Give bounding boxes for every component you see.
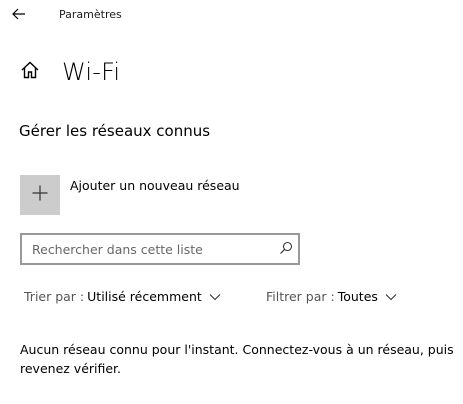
search-input[interactable] [22, 235, 274, 263]
window-title: Paramètres [59, 8, 122, 21]
filter-dropdown[interactable]: Filtrer par : Toutes [266, 289, 397, 304]
chevron-down-icon [209, 293, 221, 301]
section-title: Gérer les réseaux connus [19, 122, 211, 140]
search-button[interactable] [274, 235, 298, 263]
sort-label: Trier par : [24, 289, 85, 304]
arrow-left-icon [12, 5, 26, 24]
back-button[interactable] [6, 3, 32, 25]
search-icon [279, 240, 293, 259]
filter-value: Toutes [337, 289, 378, 304]
filter-label: Filtrer par : [266, 289, 335, 304]
add-network-label: Ajouter un nouveau réseau [70, 178, 240, 193]
add-network-tile[interactable] [20, 175, 60, 215]
chevron-down-icon [385, 293, 397, 301]
search-box [20, 233, 300, 265]
add-network-button[interactable]: Ajouter un nouveau réseau [20, 175, 240, 215]
sort-dropdown[interactable]: Trier par : Utilisé récemment [24, 289, 221, 304]
plus-icon [32, 185, 48, 205]
sort-value: Utilisé récemment [87, 289, 202, 304]
page-header: Wi-Fi [18, 56, 120, 88]
home-button[interactable] [18, 60, 42, 84]
title-bar: Paramètres [0, 0, 463, 30]
page-title: Wi-Fi [62, 58, 121, 86]
empty-state-message: Aucun réseau connu pour l'instant. Conne… [20, 342, 454, 376]
home-icon [20, 60, 40, 84]
